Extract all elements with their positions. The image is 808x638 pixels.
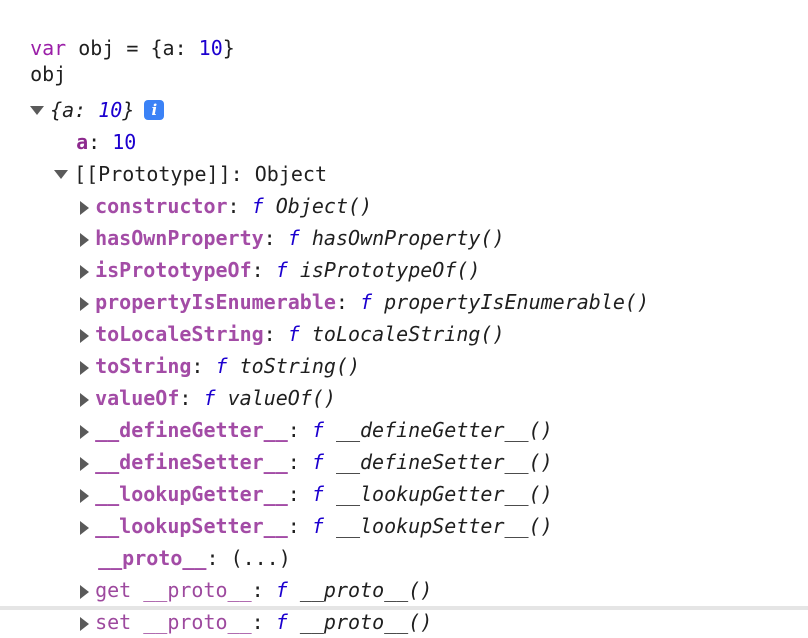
method-row[interactable]: __defineSetter__: f __defineSetter__() [56, 414, 553, 474]
input-close: } [222, 36, 235, 60]
function-name: __proto__() [299, 610, 433, 634]
function-marker: f [275, 610, 288, 634]
function-name: __lookupSetter__() [335, 514, 553, 538]
function-marker: f [311, 514, 324, 538]
method-row[interactable]: isPrototypeOf: f isPrototypeOf() [56, 222, 480, 282]
method-row[interactable]: valueOf: f valueOf() [56, 350, 336, 410]
method-row[interactable]: propertyIsEnumerable: f propertyIsEnumer… [56, 254, 649, 314]
method-row[interactable]: __defineGetter__: f __defineGetter__() [56, 382, 553, 442]
setter-row[interactable]: set __proto__: f __proto__() [56, 574, 432, 634]
method-row[interactable]: constructor: f Object() [56, 158, 372, 218]
info-icon[interactable]: i [144, 99, 165, 120]
method-row[interactable]: __lookupSetter__: f __lookupSetter__() [56, 478, 553, 538]
prototype-row[interactable]: [[Prototype]]: Object [30, 126, 327, 186]
bottom-divider [0, 606, 808, 610]
expand-down-icon[interactable] [30, 106, 45, 115]
method-row[interactable]: hasOwnProperty: f hasOwnProperty() [56, 190, 505, 250]
getter-row[interactable]: get __proto__: f __proto__() [56, 542, 432, 602]
method-row[interactable]: __lookupGetter__: f __lookupGetter__() [56, 446, 553, 506]
console-echo-line: obj [6, 26, 66, 86]
proto-property-row[interactable]: __proto__: (...) [74, 510, 291, 570]
object-root-row[interactable]: {a: 10} i [6, 62, 165, 122]
method-row[interactable]: toString: f toString() [56, 318, 360, 378]
property-a-row: a: 10 [76, 130, 137, 154]
expand-right-icon[interactable] [80, 616, 90, 631]
method-row[interactable]: toLocaleString: f toLocaleString() [56, 286, 505, 346]
accessor-key: __proto__ [143, 610, 252, 634]
input-number: 10 [198, 36, 223, 60]
input-text: obj = {a: [66, 36, 199, 60]
accessor-prefix: set [95, 610, 132, 634]
